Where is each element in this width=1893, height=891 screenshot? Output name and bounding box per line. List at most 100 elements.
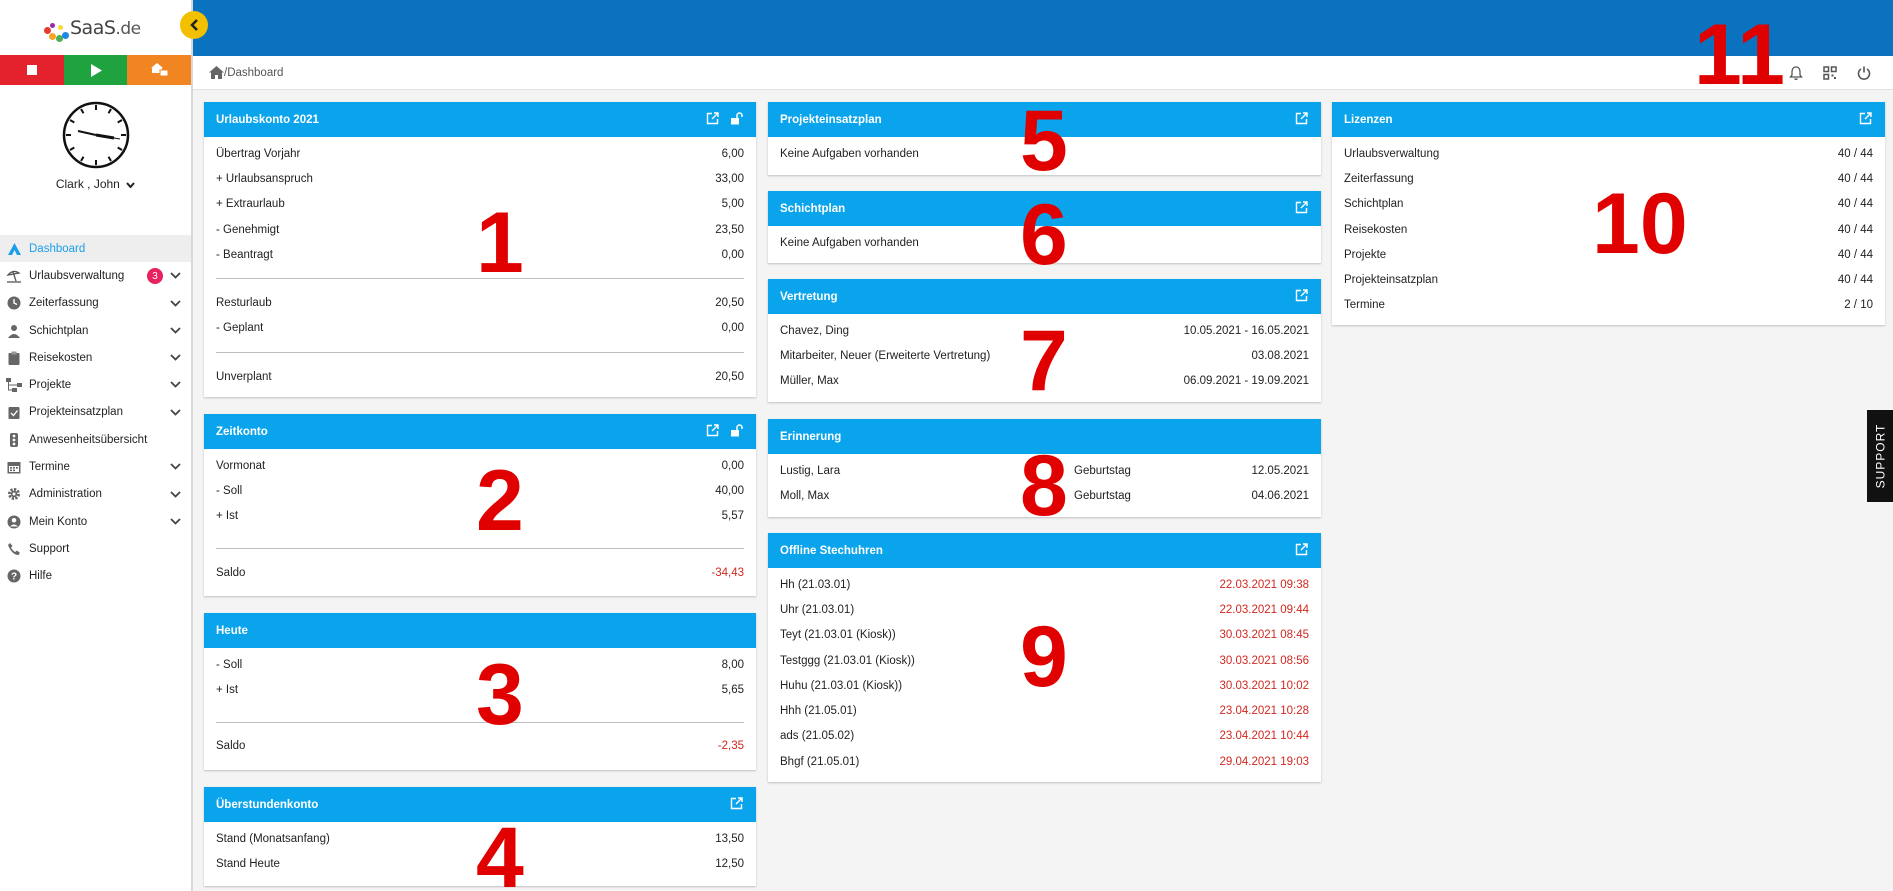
row-label: Hhh (21.05.01) [780, 705, 857, 718]
data-row: Urlaubsverwaltung 40 / 44 [1344, 141, 1873, 166]
breadcrumb-current[interactable]: /Dashboard [224, 67, 283, 79]
logo[interactable]: SaaS.de [0, 0, 191, 55]
empty-text: Keine Aufgaben vorhanden [780, 147, 919, 160]
chevron-down-icon[interactable] [170, 407, 181, 419]
time-control-row [0, 55, 192, 85]
logo-tld: .de [115, 18, 141, 39]
sidebar-item-dashboard[interactable]: Dashboard [0, 235, 191, 263]
row-label: Zeiterfassung [1344, 172, 1414, 185]
sidebar: SaaS.de Clark , John Dashboard Urlaubsve… [0, 0, 193, 891]
user-name: Clark , John [55, 177, 120, 191]
person-icon [6, 323, 22, 339]
clipboard-check-icon [6, 404, 22, 420]
chevron-down-icon[interactable] [170, 298, 181, 310]
zeitkonto-rows: Vormonat 0,00 - Soll 40,00 + Ist 5,57 [216, 453, 744, 529]
card-title: Urlaubskonto 2021 [216, 113, 319, 126]
data-row: + Ist 5,57 [216, 504, 744, 529]
sidebar-item-projekte[interactable]: Projekte [0, 371, 191, 398]
sidebar-item-projekteinsatzplan[interactable]: Projekteinsatzplan [0, 399, 191, 426]
row-label: Chavez, Ding [780, 324, 850, 337]
row-value: 6,00 [721, 147, 744, 160]
urlaubskonto-rows-2: Resturlaub 20,50 - Geplant 0,00 [216, 290, 744, 341]
external-link-icon[interactable] [1295, 112, 1309, 126]
external-link-icon[interactable] [706, 424, 720, 438]
unlock-icon[interactable] [730, 424, 744, 438]
empty-text: Keine Aufgaben vorhanden [780, 236, 919, 249]
sidebar-item-label: Projekte [29, 379, 72, 392]
external-link-icon[interactable] [1859, 112, 1873, 126]
reminder-date: 12.05.2021 [1251, 464, 1309, 477]
sidebar-item-hilfe[interactable]: ? Hilfe [0, 563, 191, 590]
card-heute: Heute - Soll 8,00 + Ist 5,65 Saldo -2,35 [204, 613, 756, 770]
row-value: 0,00 [721, 248, 744, 261]
data-row: - Soll 8,00 [216, 652, 744, 677]
card-urlaubskonto: Urlaubskonto 2021 Übertrag Vorjahr 6,00 + … [204, 102, 756, 397]
home-icon[interactable] [209, 66, 224, 79]
sidebar-item-reisekosten[interactable]: Reisekosten [0, 344, 191, 371]
homeoffice-button[interactable] [127, 55, 192, 85]
chevron-down-icon[interactable] [170, 325, 181, 337]
row-value: 5,65 [721, 683, 744, 696]
sidebar-item-schichtplan[interactable]: Schichtplan [0, 317, 191, 344]
chevron-down-icon[interactable] [170, 516, 181, 528]
row-value: 40 / 44 [1837, 147, 1873, 160]
notification-button[interactable] [1787, 64, 1805, 82]
card-erinnerung: Erinnerung Lustig, Lara Geburtstag 12.05.2… [768, 419, 1321, 517]
logout-button[interactable] [1855, 64, 1873, 82]
data-row: + Ist 5,65 [216, 677, 744, 702]
play-button[interactable] [63, 55, 128, 85]
row-value: 33,00 [715, 172, 744, 185]
stop-button[interactable] [0, 55, 64, 85]
sidebar-item-label: Mein Konto [29, 515, 88, 528]
sidebar-item-label: Zeiterfassung [29, 297, 99, 310]
chevron-down-icon[interactable] [170, 270, 181, 282]
sidebar-item-administration[interactable]: Administration [0, 481, 191, 508]
external-link-icon[interactable] [730, 797, 744, 811]
user-menu[interactable]: Clark , John [0, 177, 191, 197]
reminder-date: 04.06.2021 [1251, 489, 1309, 502]
gear-icon [6, 486, 22, 502]
card-title: Erinnerung [780, 430, 842, 443]
unlock-icon[interactable] [730, 112, 744, 126]
data-row: Zeiterfassung 40 / 44 [1344, 166, 1873, 191]
row-label: ads (21.05.02) [780, 730, 855, 743]
sidebar-item-termine[interactable]: Termine [0, 453, 191, 480]
home-office-icon [150, 63, 168, 77]
row-value: 30.03.2021 10:02 [1219, 679, 1309, 692]
row-value: 13,50 [715, 832, 744, 845]
saldo-label: Saldo [216, 566, 246, 579]
qr-code-button[interactable] [1821, 64, 1839, 82]
row-label: Teyt (21.03.01 (Kiosk)) [780, 629, 896, 642]
sidebar-item-label: Administration [29, 488, 102, 501]
data-row: Termine 2 / 10 [1344, 293, 1873, 318]
sidebar-item-anwesenheitsübersicht[interactable]: Anwesenheitsübersicht [0, 426, 191, 453]
external-link-icon[interactable] [706, 112, 720, 126]
row-value: 40 / 44 [1837, 172, 1873, 185]
collapse-sidebar-button[interactable] [180, 11, 208, 39]
data-row: Huhu (21.03.01 (Kiosk)) 30.03.2021 10:02 [780, 673, 1309, 698]
card-lizenzen: Lizenzen Urlaubsverwaltung 40 / 44 Zeiterf… [1332, 102, 1885, 325]
chevron-down-icon[interactable] [170, 352, 181, 364]
card-title: Projekteinsatzplan [780, 113, 882, 126]
chevron-down-icon[interactable] [170, 461, 181, 473]
chevron-down-icon[interactable] [170, 379, 181, 391]
qr-code-icon [1823, 66, 1837, 80]
sidebar-item-support[interactable]: Support [0, 535, 191, 562]
sidebar-item-urlaubsverwaltung[interactable]: Urlaubsverwaltung 3 [0, 262, 191, 289]
saldo-label: Saldo [216, 740, 246, 753]
card-title: Schichtplan [780, 202, 846, 215]
external-link-icon[interactable] [1295, 289, 1309, 303]
breadcrumb: /Dashboard [209, 66, 283, 79]
row-label: + Extraurlaub [216, 198, 285, 211]
chevron-down-icon[interactable] [170, 489, 181, 501]
row-label: Stand Heute [216, 857, 280, 870]
sidebar-item-label: Urlaubsverwaltung [29, 269, 125, 282]
erinnerung-rows: Lustig, Lara Geburtstag 12.05.2021 Moll, Ma… [768, 454, 1321, 513]
data-row: Mitarbeiter, Neuer (Erweiterte Vertretun… [780, 343, 1309, 368]
external-link-icon[interactable] [1295, 201, 1309, 215]
external-link-icon[interactable] [1295, 543, 1309, 557]
sidebar-item-mein-konto[interactable]: Mein Konto [0, 508, 191, 535]
support-tab[interactable]: SUPPORT [1867, 410, 1893, 502]
sidebar-item-zeiterfassung[interactable]: Zeiterfassung [0, 290, 191, 317]
row-value: 23.04.2021 10:28 [1219, 705, 1309, 718]
